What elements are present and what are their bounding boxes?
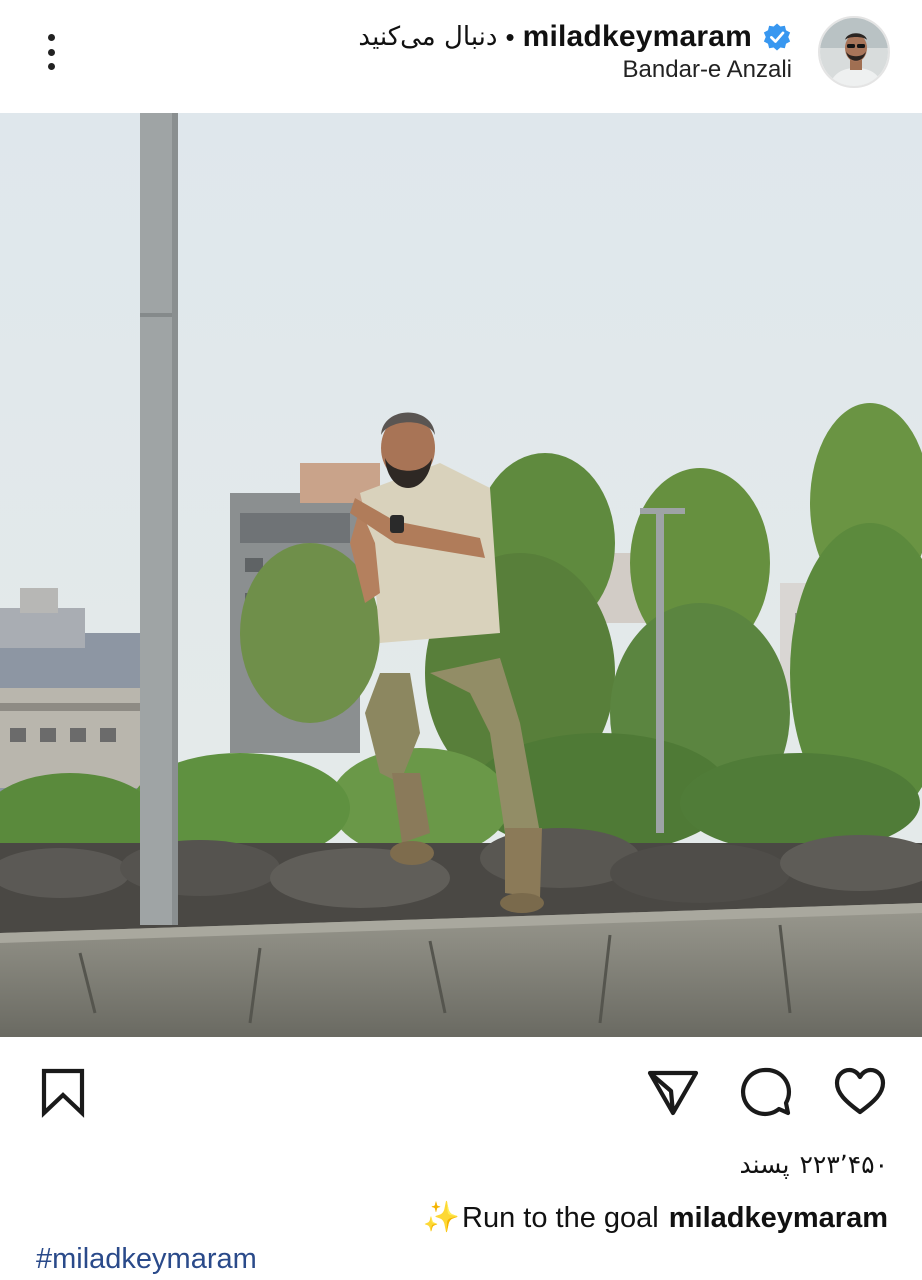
post-caption: ✨ Run to the goal miladkeymaram — [423, 1200, 888, 1235]
post-header: دنبال می‌کنید • miladkeymaram Bandar-e A… — [0, 0, 922, 113]
comment-icon[interactable] — [739, 1065, 793, 1119]
post-actions — [0, 1037, 922, 1142]
header-username[interactable]: miladkeymaram — [523, 20, 752, 54]
header-user-line: دنبال می‌کنید • miladkeymaram — [358, 17, 792, 57]
sparkles-emoji: ✨ — [422, 1201, 461, 1234]
post-location[interactable]: Bandar-e Anzali — [623, 56, 792, 84]
likes-number: ۲۲۳٬۴۵۰ — [799, 1150, 888, 1179]
likes-count[interactable]: ۲۲۳٬۴۵۰ پسند — [740, 1150, 888, 1179]
hashtag-link[interactable]: #miladkeymaram — [36, 1243, 257, 1276]
heart-icon[interactable] — [833, 1065, 887, 1119]
separator-dot: • — [505, 21, 515, 52]
caption-username[interactable]: miladkeymaram — [669, 1202, 888, 1235]
street-lamp — [656, 513, 664, 833]
bookmark-icon[interactable] — [36, 1065, 90, 1119]
post-image[interactable] — [0, 113, 922, 1037]
more-options-icon[interactable] — [36, 30, 66, 74]
likes-label: پسند — [739, 1150, 790, 1179]
send-icon[interactable] — [646, 1065, 700, 1119]
caption-text: Run to the goal — [462, 1202, 659, 1234]
avatar[interactable] — [818, 16, 890, 88]
following-button[interactable]: دنبال می‌کنید — [358, 22, 497, 52]
verified-badge-icon — [763, 23, 791, 51]
